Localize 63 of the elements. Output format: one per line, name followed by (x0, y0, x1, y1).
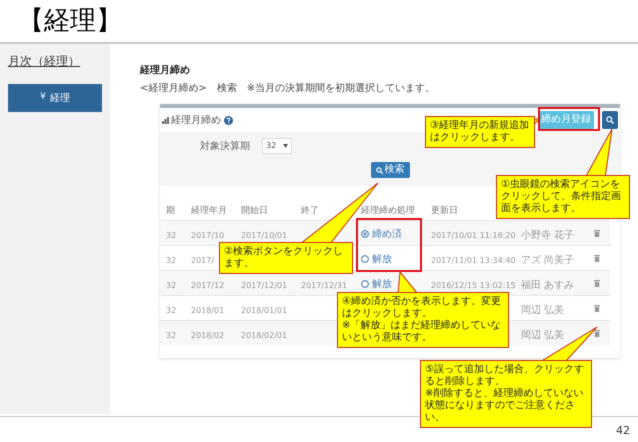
search-icon (606, 116, 614, 124)
table-cell: 2017/10/01 (241, 231, 288, 240)
table-cell: 2018/01 (191, 306, 224, 315)
table-cell: 福田 あすみ (521, 280, 574, 291)
table-cell: 岡辺 弘美 (521, 305, 564, 316)
bar-chart-icon (162, 116, 169, 124)
status-link[interactable]: 解放 (361, 276, 392, 292)
trash-icon[interactable] (594, 330, 600, 337)
status-label: 締め済 (372, 228, 402, 242)
sidebar-item[interactable]: ¥ 経理 (8, 84, 102, 112)
status-link[interactable]: 締め済 (361, 226, 402, 242)
table-cell: 32 (166, 306, 176, 315)
column-header: 開始日 (241, 206, 268, 216)
sidebar-heading: 月次（経理） (8, 53, 80, 70)
table-cell: 2017/12 (191, 281, 224, 290)
table-cell: 2017/12/31 (301, 281, 348, 290)
page-number: 42 (616, 423, 630, 439)
slide-title: 【経理】 (18, 8, 122, 34)
panel-title: 経理月締め (171, 114, 221, 128)
search-icon-button[interactable] (602, 111, 618, 129)
table-cell: 2018/01/01 (241, 306, 288, 315)
search-button[interactable]: 検索 (370, 162, 410, 178)
table-cell: アズ 尚美子 (521, 255, 574, 266)
table-cell: 2018/02/01 (241, 331, 288, 340)
table-cell: 2017/10/01 11:18:20 (431, 231, 516, 240)
callout-note: ④締め済か否かを表示します。変更はクリックします。 ※「解放」はまだ経理締めしていないという意味です。 (337, 292, 509, 348)
page-title: 経理月締め (140, 64, 190, 78)
highlight-frame (356, 218, 422, 272)
trash-icon[interactable] (594, 230, 600, 236)
status-label: 解放 (372, 252, 392, 266)
table-cell: 岡辺 弘美 (521, 330, 564, 342)
trash-icon[interactable] (594, 304, 600, 312)
table-cell: 2018/02 (191, 331, 224, 340)
help-icon (224, 116, 233, 124)
table-cell: 2017/12/01 (241, 281, 288, 290)
column-header: 更新日 (431, 206, 458, 216)
search-label: 検索 (384, 165, 404, 175)
table-cell: 2017/ (191, 256, 214, 265)
caret-icon (283, 144, 288, 148)
filter-label: 対象決算期 (200, 140, 250, 154)
column-header: 経理年月 (191, 206, 227, 216)
table-cell: 2017/10 (191, 231, 224, 240)
column-header: 経理締め処理 (361, 206, 415, 216)
status-label: 解放 (372, 278, 392, 292)
select-value: 32 (266, 140, 276, 152)
table-cell: 32 (166, 256, 176, 265)
trash-icon[interactable] (594, 280, 600, 286)
column-header: 終了 (301, 206, 319, 216)
callout-note: ②検索ボタンをクリックします。 (219, 242, 353, 274)
highlight-frame (538, 107, 600, 131)
column-header: 期 (166, 206, 175, 216)
table-cell: 小野寺 花子 (521, 230, 574, 241)
status-link[interactable]: 解放 (361, 252, 392, 266)
table-cell: 2016/12/15 13:02:15 (431, 281, 516, 290)
table-cell: 32 (166, 281, 176, 290)
term-select[interactable]: 32 (262, 138, 292, 154)
table-cell: 2017/11/01 13:34:40 (431, 256, 516, 265)
table-cell: 32 (166, 231, 176, 240)
yen-icon: ¥ (40, 91, 46, 105)
table-cell: 32 (166, 331, 176, 340)
trash-icon[interactable] (594, 254, 600, 262)
search-icon (376, 166, 382, 174)
breadcrumb-text: <経理月締め> 検索 ※当月の決算期間を初期選択しています。 (140, 82, 436, 96)
